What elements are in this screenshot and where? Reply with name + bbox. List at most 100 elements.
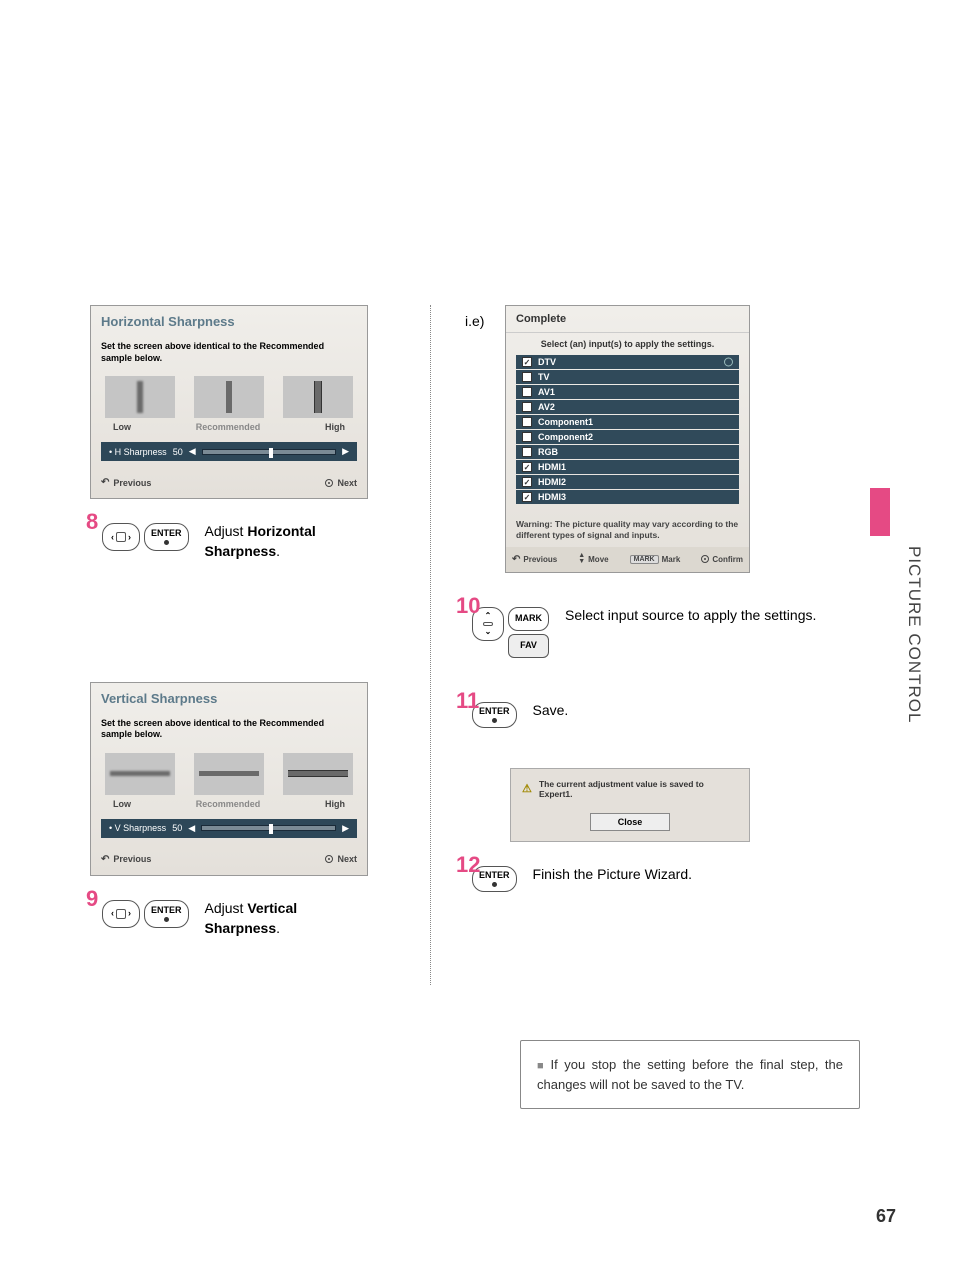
panel-instruction: Set the screen above identical to the Re… <box>91 712 367 747</box>
v-sharpness-slider[interactable]: • V Sharpness 50 ◀ ▶ <box>101 819 357 838</box>
step-number: 11 <box>456 688 479 714</box>
sample-labels: Low Recommended High <box>91 797 367 815</box>
close-button[interactable]: Close <box>590 813 670 831</box>
step-number: 9 <box>86 886 98 912</box>
input-row-av1[interactable]: AV1 <box>516 385 739 399</box>
input-row-hdmi1[interactable]: ✓HDMI1 <box>516 460 739 474</box>
prev-label[interactable]: Previous <box>113 478 151 488</box>
mark-pill[interactable]: MARK <box>630 555 659 564</box>
fav-button[interactable]: FAV <box>508 634 549 658</box>
step-text: Adjust Horizontal Sharpness. <box>205 519 370 561</box>
arrow-right-icon[interactable]: ▶ <box>342 823 349 834</box>
label-mid: Recommended <box>196 799 261 809</box>
checkbox-icon[interactable] <box>522 372 532 382</box>
panel-instruction: Set the screen above identical to the Re… <box>91 335 367 370</box>
label-high: High <box>325 799 345 809</box>
mark-button[interactable]: MARK <box>508 607 549 631</box>
footer-move[interactable]: Move <box>588 555 608 564</box>
step-8: 8 ‹ › ENTER Adjust Horizontal Sharpness. <box>90 519 370 561</box>
input-label: Component1 <box>538 417 593 427</box>
input-label: AV2 <box>538 402 555 412</box>
enter-dot-icon[interactable] <box>701 555 709 563</box>
input-row-tv[interactable]: TV <box>516 370 739 384</box>
input-label: Component2 <box>538 432 593 442</box>
sample-row <box>91 747 367 797</box>
dpad-center <box>116 909 126 919</box>
footer-prev[interactable]: Previous <box>523 555 557 564</box>
step-number: 10 <box>456 593 480 619</box>
step-text: Select input source to apply the setting… <box>565 603 860 626</box>
arrow-right-icon: › <box>128 533 131 542</box>
sample-low <box>105 376 175 418</box>
slider-track[interactable] <box>201 825 336 831</box>
enter-dot-icon[interactable] <box>325 479 333 487</box>
footer-confirm[interactable]: Confirm <box>712 555 743 564</box>
arrow-left-icon[interactable]: ◀ <box>189 446 196 457</box>
move-arrows-icon[interactable] <box>578 553 585 566</box>
next-label[interactable]: Next <box>337 478 357 488</box>
sample-high <box>283 376 353 418</box>
sample-high <box>283 753 353 795</box>
checkbox-icon[interactable]: ✓ <box>522 357 532 367</box>
example-label: i.e) <box>465 313 484 329</box>
h-sharpness-slider[interactable]: • H Sharpness 50 ◀ ▶ <box>101 442 357 461</box>
checkbox-icon[interactable] <box>522 432 532 442</box>
arrow-up-icon: ⌃ <box>485 612 492 620</box>
back-icon[interactable]: ↶ <box>512 554 520 565</box>
checkbox-icon[interactable] <box>522 447 532 457</box>
enter-button[interactable]: ENTER <box>144 900 189 928</box>
section-label: PICTURE CONTROL <box>904 546 924 723</box>
checkbox-icon[interactable] <box>522 402 532 412</box>
input-label: HDMI2 <box>538 477 566 487</box>
prev-label[interactable]: Previous <box>113 854 151 864</box>
note-text: If you stop the setting before the final… <box>537 1057 843 1092</box>
footer-mark[interactable]: Mark <box>662 555 681 564</box>
checkbox-icon[interactable] <box>522 417 532 427</box>
input-row-av2[interactable]: AV2 <box>516 400 739 414</box>
next-label[interactable]: Next <box>337 854 357 864</box>
checkbox-icon[interactable] <box>522 387 532 397</box>
input-label: AV1 <box>538 387 555 397</box>
enter-label: ENTER <box>479 871 510 880</box>
complete-panel: Complete Select (an) input(s) to apply t… <box>505 305 750 573</box>
input-label: TV <box>538 372 550 382</box>
slider-value: 50 <box>173 447 183 457</box>
dpad-button[interactable]: ‹ › <box>102 900 140 928</box>
label-low: Low <box>113 422 131 432</box>
enter-label: ENTER <box>151 906 182 915</box>
dot-icon <box>164 540 169 545</box>
label-low: Low <box>113 799 131 809</box>
enter-dot-icon[interactable] <box>325 855 333 863</box>
column-divider <box>430 305 431 985</box>
checkbox-icon[interactable]: ✓ <box>522 462 532 472</box>
dpad-button[interactable]: ‹ › <box>102 523 140 551</box>
arrow-right-icon[interactable]: ▶ <box>342 446 349 457</box>
input-row-dtv[interactable]: ✓DTV <box>516 355 739 369</box>
arrow-left-icon: ‹ <box>111 909 114 918</box>
complete-warning: Warning: The picture quality may vary ac… <box>506 513 749 547</box>
dpad-center <box>116 532 126 542</box>
checkbox-icon[interactable]: ✓ <box>522 492 532 502</box>
arrow-right-icon: › <box>128 909 131 918</box>
sample-recommended <box>194 376 264 418</box>
sample-low <box>105 753 175 795</box>
enter-button[interactable]: ENTER <box>144 523 189 551</box>
input-row-hdmi2[interactable]: ✓ HDMI2 <box>516 475 739 489</box>
dot-icon <box>164 917 169 922</box>
complete-footer: ↶Previous Move MARKMark Confirm <box>506 547 749 572</box>
step-11: 11 ENTER Save. <box>460 698 860 728</box>
checkbox-icon[interactable]: ✓ <box>522 477 532 487</box>
input-row-hdmi3[interactable]: ✓ HDMI3 <box>516 490 739 504</box>
back-icon[interactable]: ↶ <box>101 854 109 865</box>
input-label: RGB <box>538 447 558 457</box>
slider-track[interactable] <box>202 449 336 455</box>
input-row-rgb[interactable]: RGB <box>516 445 739 459</box>
back-icon[interactable]: ↶ <box>101 477 109 488</box>
input-row-component2[interactable]: Component2 <box>516 430 739 444</box>
input-label: HDMI3 <box>538 492 566 502</box>
sample-labels: Low Recommended High <box>91 420 367 438</box>
arrow-left-icon[interactable]: ◀ <box>188 823 195 834</box>
input-row-component1[interactable]: Component1 <box>516 415 739 429</box>
label-mid: Recommended <box>196 422 261 432</box>
step-10: 10 ⌃ ⌄ MARK FAV Select input source to a… <box>460 603 860 658</box>
